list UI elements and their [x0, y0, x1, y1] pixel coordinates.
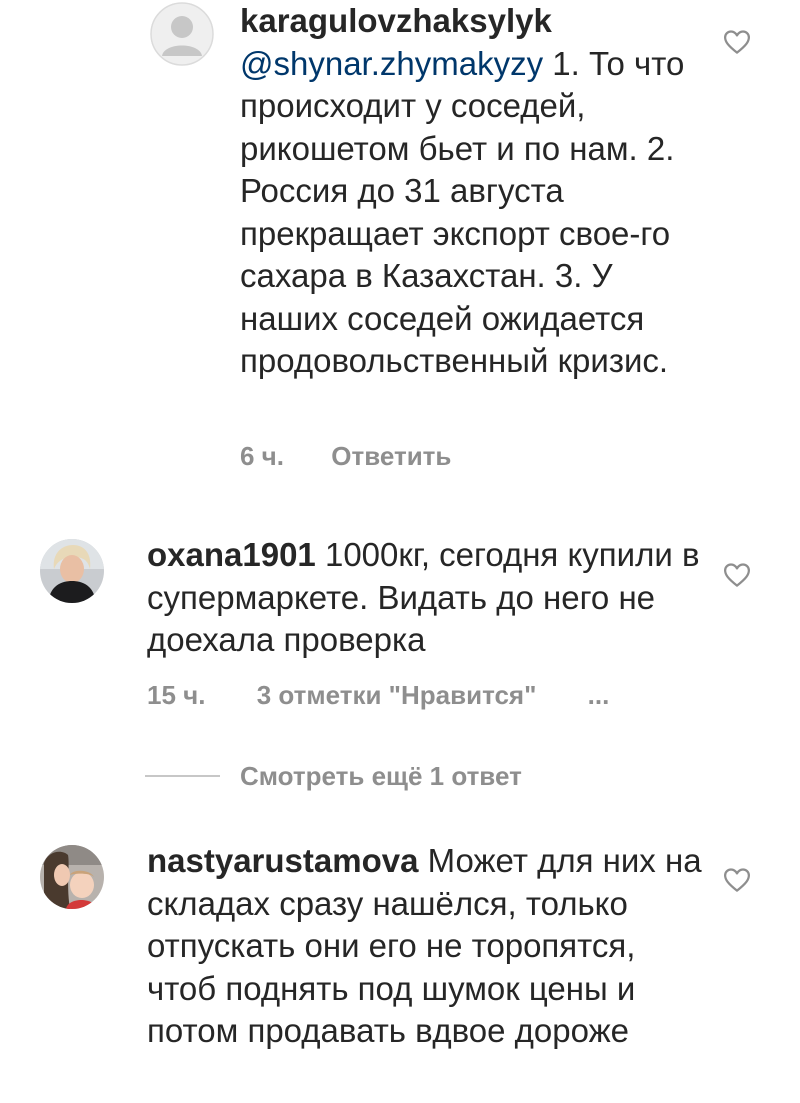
more-options-button[interactable]: ...	[588, 680, 610, 711]
comment-body: karagulovzhaksylyk @shynar.zhymakyzy 1. …	[240, 0, 710, 383]
comment-time: 15 ч.	[147, 680, 206, 710]
default-avatar-icon[interactable]	[150, 2, 214, 66]
comment-time: 6 ч.	[240, 441, 285, 471]
comment-username[interactable]: nastyarustamova	[147, 842, 418, 879]
comment-text: 1. То что происходит у соседей, рикошето…	[240, 44, 685, 380]
avatar[interactable]	[40, 539, 104, 603]
comment-username[interactable]: karagulovzhaksylyk	[240, 2, 552, 39]
comment-body: nastyarustamova Может для них на складах…	[147, 840, 707, 1053]
comment-meta: 6 ч. Ответить	[240, 441, 451, 472]
comment-body: oxana1901 1000кг, сегодня купили в супер…	[147, 534, 707, 662]
heart-outline-icon[interactable]	[722, 865, 752, 895]
view-replies-button[interactable]: Смотреть ещё 1 ответ	[240, 761, 522, 792]
likes-count[interactable]: 3 отметки "Нравится"	[257, 680, 537, 711]
reply-button[interactable]: Ответить	[331, 441, 451, 472]
comment-meta: 15 ч. 3 отметки "Нравится" ...	[147, 680, 609, 711]
replies-divider	[145, 775, 220, 777]
avatar[interactable]	[40, 845, 104, 909]
comment-username[interactable]: oxana1901	[147, 536, 316, 573]
view-replies[interactable]: Смотреть ещё 1 ответ	[145, 756, 522, 796]
heart-outline-icon[interactable]	[722, 560, 752, 590]
mention-link[interactable]: @shynar.zhymakyzy	[240, 45, 543, 82]
heart-outline-icon[interactable]	[722, 27, 752, 57]
